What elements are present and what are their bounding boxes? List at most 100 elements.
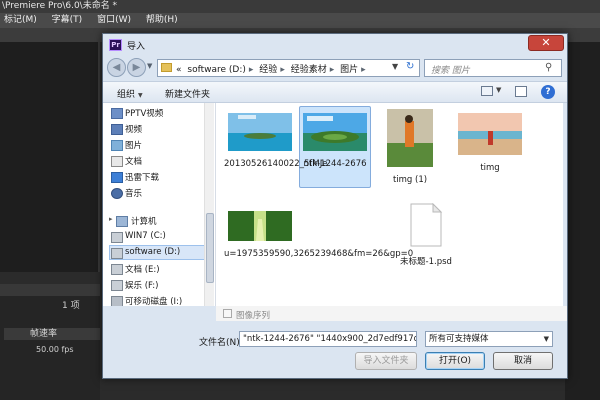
- download-folder-icon: [111, 172, 123, 183]
- nav-item-label: 文档 (E:): [125, 265, 160, 275]
- refresh-icon[interactable]: ↻: [406, 61, 414, 72]
- view-dropdown-icon[interactable]: ▼: [496, 86, 501, 94]
- expand-arrow-icon: ▸: [109, 215, 113, 223]
- import-folder-button[interactable]: 导入文件夹: [355, 352, 417, 370]
- recent-locations-dropdown[interactable]: ▼: [147, 62, 155, 72]
- breadcrumb-folder-1[interactable]: 经验: [259, 65, 277, 75]
- file-item[interactable]: 20130526140022_5fMJe: [224, 113, 327, 170]
- nav-item-removable-i[interactable]: 可移动磁盘 (I:): [111, 295, 183, 306]
- search-icon[interactable]: ⚲: [545, 62, 552, 73]
- file-name: ntk-1244-2676: [303, 159, 367, 169]
- menu-marker[interactable]: 标记(M): [4, 15, 37, 25]
- nav-item-drive-f[interactable]: 娱乐 (F:): [111, 279, 158, 291]
- source-panel: [0, 42, 100, 272]
- image-sequence-checkbox[interactable]: [223, 309, 232, 318]
- cancel-button[interactable]: 取消: [493, 352, 553, 370]
- project-panel-tab[interactable]: [0, 284, 100, 296]
- file-item[interactable]: u=1975359590,3265239468&fm=26&gp=0: [224, 211, 413, 260]
- nav-scrollbar[interactable]: [204, 103, 214, 306]
- nav-item-pptv[interactable]: PPTV视频: [111, 107, 164, 119]
- file-item[interactable]: timg (1): [374, 109, 446, 186]
- framerate-value: 50.00 fps: [36, 345, 74, 354]
- forward-button[interactable]: ▶: [127, 58, 146, 77]
- back-button[interactable]: ◀: [107, 58, 126, 77]
- blank-document-icon: [410, 202, 443, 247]
- drive-icon: [111, 264, 123, 275]
- open-button[interactable]: 打开(O): [425, 352, 485, 370]
- documents-folder-icon: [111, 156, 123, 167]
- premiere-app-icon: Pr: [109, 39, 122, 51]
- nav-item-computer[interactable]: ▸ 计算机: [109, 215, 157, 227]
- computer-icon: [116, 216, 128, 227]
- dialog-title: 导入: [127, 42, 146, 52]
- app-title-bar: \Premiere Pro\6.0\未命名 *: [0, 0, 600, 13]
- filetype-value: 所有可支持媒体: [429, 334, 489, 344]
- nav-item-label: 视频: [125, 125, 143, 135]
- filename-field[interactable]: "ntk-1244-2676" "1440x900_2d7edf917d: [239, 331, 417, 347]
- menu-window[interactable]: 窗口(W): [97, 15, 131, 25]
- island-thumbnail: [228, 113, 292, 151]
- nav-item-music[interactable]: 音乐: [111, 187, 143, 199]
- drive-icon: [111, 280, 123, 291]
- nav-item-label: WIN7 (C:): [125, 231, 166, 241]
- island-thumbnail: [303, 113, 367, 151]
- nav-item-label: 可移动磁盘 (I:): [125, 297, 183, 306]
- framerate-header: 帧速率: [4, 328, 100, 340]
- file-name: timg (1): [392, 175, 428, 185]
- music-folder-icon: [111, 188, 123, 199]
- forest-thumbnail: [228, 211, 292, 241]
- video-folder-icon: [111, 124, 123, 135]
- file-item[interactable]: ntk-1244-2676: [299, 113, 371, 170]
- nav-item-label: 文档: [125, 157, 143, 167]
- close-button[interactable]: ✕: [528, 35, 564, 51]
- nav-item-videos[interactable]: 视频: [111, 123, 143, 135]
- view-options-icon[interactable]: [481, 86, 493, 96]
- nav-item-drive-c[interactable]: WIN7 (C:): [111, 231, 166, 243]
- dialog-title-bar: Pr 导入 ✕: [103, 34, 567, 56]
- folder-icon: [161, 63, 172, 72]
- video-folder-icon: [111, 108, 123, 119]
- breadcrumb-folder-2[interactable]: 经验素材: [291, 65, 327, 75]
- filename-label: 文件名(N):: [199, 338, 243, 348]
- file-item[interactable]: timg: [454, 113, 526, 174]
- search-input[interactable]: 搜索 图片: [431, 63, 470, 76]
- nav-item-drive-d[interactable]: software (D:): [111, 247, 181, 259]
- breadcrumb-overflow[interactable]: «: [176, 65, 182, 75]
- removable-drive-icon: [111, 296, 123, 306]
- person-thumbnail: [387, 109, 433, 167]
- file-item[interactable]: 未标题-1.psd: [386, 202, 466, 268]
- import-dialog: Pr 导入 ✕ ◀ ▶ ▼ « software (D:) ▸ 经验 ▸ 经验素材 ▸…: [102, 33, 568, 379]
- file-name: timg: [480, 163, 500, 173]
- chevron-down-icon: ▼: [138, 92, 143, 99]
- nav-item-label: PPTV视频: [125, 109, 164, 119]
- dialog-toolbar: 组织 ▼ 新建文件夹 ▼ ?: [103, 81, 567, 103]
- nav-item-drive-e[interactable]: 文档 (E:): [111, 263, 160, 275]
- nav-item-thunder-downloads[interactable]: 迅雷下载: [111, 171, 160, 183]
- nav-item-label: 音乐: [125, 189, 143, 199]
- nav-scrollbar-thumb[interactable]: [206, 213, 214, 283]
- nav-item-pictures[interactable]: 图片: [111, 139, 143, 151]
- address-bar[interactable]: « software (D:) ▸ 经验 ▸ 经验素材 ▸ 图片 ▸ ▼ ↻: [157, 59, 420, 77]
- new-folder-button[interactable]: 新建文件夹: [165, 87, 210, 100]
- pictures-folder-icon: [111, 140, 123, 151]
- address-dropdown-icon[interactable]: ▼: [392, 62, 398, 71]
- nav-item-label: 图片: [125, 141, 143, 151]
- organize-menu[interactable]: 组织 ▼: [117, 87, 143, 100]
- menu-title[interactable]: 字幕(T): [52, 15, 83, 25]
- program-panel: [565, 42, 600, 400]
- breadcrumb-separator-icon: ▸: [248, 65, 254, 75]
- menu-help[interactable]: 帮助(H): [146, 15, 178, 25]
- organize-label: 组织: [117, 90, 136, 100]
- filetype-select[interactable]: 所有可支持媒体 ▼: [425, 331, 553, 347]
- preview-pane-icon[interactable]: [515, 86, 527, 97]
- navigation-pane: PPTV视频 视频 图片 文档 迅雷下载 音乐 ▸ 计算机 WIN7 (C:) s…: [103, 103, 216, 306]
- breadcrumb-folder-3[interactable]: 图片: [340, 65, 358, 75]
- help-icon[interactable]: ?: [541, 85, 555, 99]
- beach-thumbnail: [458, 113, 522, 155]
- nav-item-documents[interactable]: 文档: [111, 155, 143, 167]
- nav-item-label: 迅雷下载: [125, 173, 160, 183]
- search-box[interactable]: 搜索 图片 ⚲: [424, 59, 562, 77]
- breadcrumb-drive[interactable]: software (D:): [187, 65, 246, 75]
- breadcrumb-separator-icon: ▸: [280, 65, 285, 75]
- nav-item-label: software (D:): [125, 247, 181, 257]
